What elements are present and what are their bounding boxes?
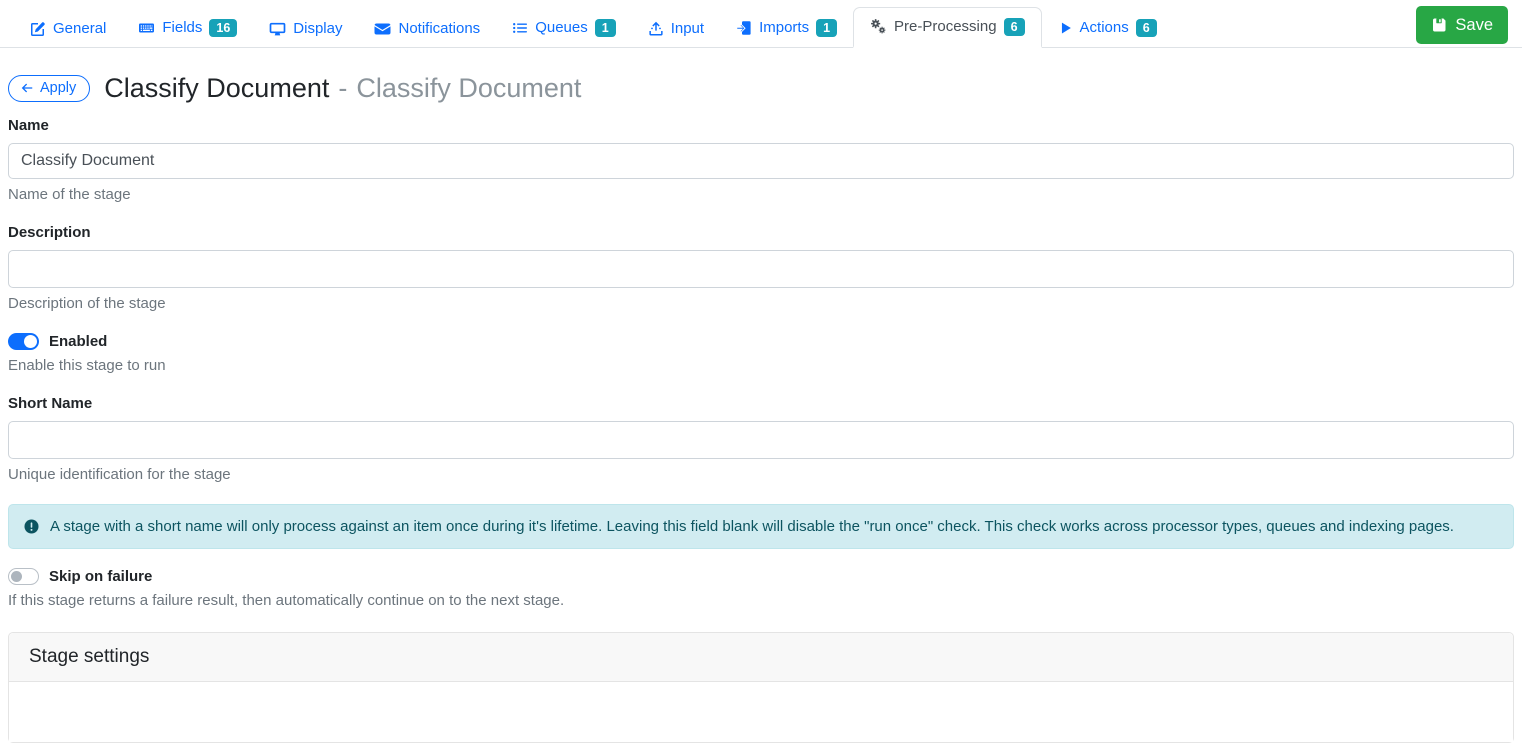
name-field-group: Name Name of the stage [8,117,1514,203]
short-name-info-alert: A stage with a short name will only proc… [8,504,1514,549]
floppy-save-icon [1431,17,1447,33]
list-icon [512,20,528,36]
skip-on-failure-help: If this stage returns a failure result, … [8,592,565,609]
tab-badge: 6 [1003,17,1025,36]
tab-badge: 1 [594,18,616,37]
enabled-label: Enabled [49,333,108,350]
skip-toggle-row: Skip on failure [8,568,1514,585]
tab-badge: 16 [209,18,238,37]
stage-settings-body [9,682,1513,742]
page-header: Apply Classify Document - Classify Docum… [8,73,1514,104]
tab-badge: 1 [816,18,838,37]
tab-label: Notifications [398,20,481,37]
enabled-group: Enabled Enable this stage to run [8,333,1514,374]
description-label: Description [8,224,91,241]
tab-label: Fields [162,19,203,37]
stage-settings-card: Stage settings [8,632,1514,743]
play-icon [1058,20,1073,36]
tab-pre-processing[interactable]: Pre-Processing 6 [853,6,1042,48]
short-name-field-group: Short Name Unique identification for the… [8,395,1514,483]
tab-fields[interactable]: Fields 16 [122,9,253,48]
tab-label: Imports [759,19,810,37]
description-help: Description of the stage [8,295,166,312]
stage-title: Classify Document [104,73,330,103]
keyboard-icon [138,20,155,36]
short-name-input[interactable] [8,421,1514,459]
stage-subtitle: Classify Document [356,73,582,103]
tab-badge: 6 [1135,18,1157,37]
tab-input[interactable]: Input [632,10,720,47]
arrow-left-icon [20,81,34,95]
tab-label: Queues [535,19,588,37]
apply-button-label: Apply [40,80,77,96]
exclamation-circle-icon [23,518,40,535]
tab-imports[interactable]: Imports 1 [720,9,853,48]
page-title: Classify Document - Classify Document [104,73,581,104]
save-button-label: Save [1455,15,1493,34]
tab-notifications[interactable]: Notifications [358,10,496,47]
tab-label: Input [670,20,705,37]
enabled-toggle-row: Enabled [8,333,1514,350]
name-input[interactable] [8,143,1514,179]
tab-label: Display [293,20,343,37]
skip-on-failure-toggle[interactable] [8,568,39,585]
pencil-square-icon [30,21,46,37]
tab-actions[interactable]: Actions 6 [1042,9,1173,48]
short-name-help: Unique identification for the stage [8,466,231,483]
toggle-knob [11,571,22,582]
stage-settings-title: Stage settings [9,633,1513,682]
tab-general[interactable]: General [14,10,122,47]
description-input[interactable] [8,250,1514,288]
tab-label: General [53,20,107,37]
tab-bar: General Fields 16 Display Notifications … [0,0,1522,48]
short-name-label: Short Name [8,395,93,412]
toggle-knob [24,335,37,348]
short-name-info-text: A stage with a short name will only proc… [50,518,1454,535]
display-icon [269,21,286,37]
tab-queues[interactable]: Queues 1 [496,9,632,48]
skip-on-failure-group: Skip on failure If this stage returns a … [8,568,1514,609]
skip-on-failure-label: Skip on failure [49,568,153,585]
name-help: Name of the stage [8,186,131,203]
save-button[interactable]: Save [1416,6,1508,44]
envelope-icon [374,21,391,37]
file-import-icon [736,20,752,36]
apply-button[interactable]: Apply [8,75,91,102]
enabled-help: Enable this stage to run [8,357,166,374]
tab-label: Actions [1079,19,1129,37]
description-field-group: Description Description of the stage [8,224,1514,312]
tab-label: Pre-Processing [894,18,997,36]
enabled-toggle[interactable] [8,333,39,350]
upload-icon [648,21,664,37]
pre-processing-panel: Apply Classify Document - Classify Docum… [0,73,1522,743]
gears-icon [870,18,887,35]
tab-display[interactable]: Display [253,10,358,47]
name-label: Name [8,117,49,134]
title-separator: - [338,73,348,103]
